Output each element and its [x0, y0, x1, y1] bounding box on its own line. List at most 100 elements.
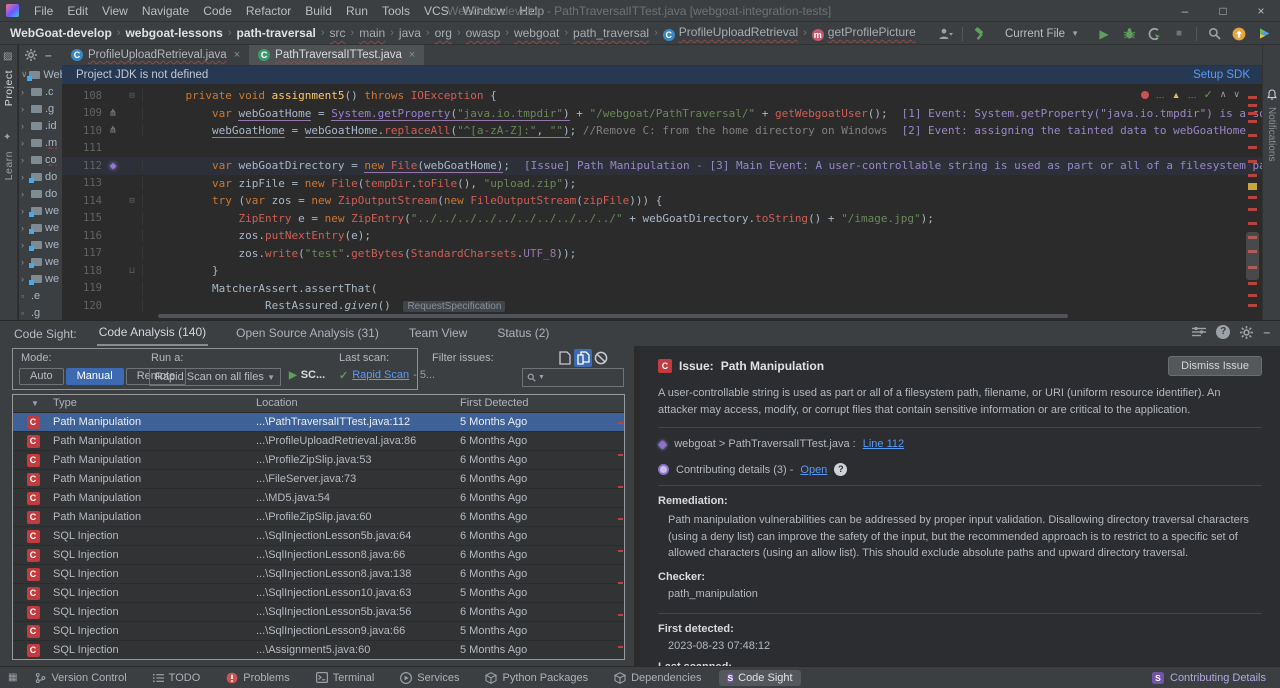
issue-marker-icon[interactable]: ◆	[102, 159, 124, 172]
run-configuration-select[interactable]: Current File ▼	[997, 25, 1087, 43]
debug-bug-icon[interactable]	[1121, 26, 1137, 42]
help-icon[interactable]: ?	[834, 463, 847, 476]
column-first-detected[interactable]: First Detected	[460, 397, 528, 409]
search-everywhere-icon[interactable]	[1206, 26, 1222, 42]
breadcrumb-item[interactable]: path-traversal	[237, 26, 316, 40]
menu-run[interactable]: Run	[339, 4, 375, 18]
tree-item[interactable]: ›we	[19, 270, 62, 287]
breadcrumb-item[interactable]: webgoat-lessons	[125, 26, 222, 40]
code-line-116[interactable]: 116 zos.putNextEntry(e);	[62, 227, 1262, 245]
tool-window-terminal[interactable]: Terminal	[308, 670, 383, 686]
tab-team-view[interactable]: Team View	[407, 322, 469, 345]
tree-item[interactable]: ›.g	[19, 100, 62, 117]
taint-source-icon[interactable]: ⋔	[102, 108, 124, 119]
breadcrumb-item[interactable]: mgetProfilePicture	[812, 25, 916, 41]
tree-item[interactable]: ›co	[19, 151, 62, 168]
tool-strip-project[interactable]: Project	[3, 70, 15, 106]
breadcrumb-item[interactable]: src	[330, 26, 346, 40]
tool-strip-notifications[interactable]: Notifications	[1266, 107, 1277, 161]
tool-window-python-packages[interactable]: Python Packages	[477, 670, 596, 686]
column-location[interactable]: Location	[256, 397, 298, 409]
issue-row[interactable]: CSQL Injection...\SqlInjectionLesson10.j…	[13, 584, 624, 603]
tree-item[interactable]: ›.id	[19, 117, 62, 134]
sort-icon[interactable]: ▼	[31, 399, 39, 408]
tree-item[interactable]: ›we	[19, 236, 62, 253]
issue-row[interactable]: CSQL Injection...\Assignment5.java:605 M…	[13, 641, 624, 660]
tree-item[interactable]: ›we	[19, 202, 62, 219]
tree-item[interactable]: ›we	[19, 253, 62, 270]
code-line-108[interactable]: 108⊟ private void assignment5() throws I…	[62, 87, 1262, 105]
issue-search-field[interactable]: ▼	[522, 368, 624, 387]
tree-item[interactable]: ›we	[19, 219, 62, 236]
tool-strip-learn[interactable]: Learn	[3, 151, 15, 180]
close-icon[interactable]: ×	[409, 49, 415, 61]
mode-manual-button[interactable]: Manual	[66, 368, 124, 385]
tab-status-2-[interactable]: Status (2)	[495, 322, 551, 345]
issue-row[interactable]: CSQL Injection...\SqlInjectionLesson9.ja…	[13, 622, 624, 641]
breadcrumb-item[interactable]: main	[359, 26, 385, 40]
setup-sdk-link[interactable]: Setup SDK	[1193, 69, 1250, 81]
issue-search-input[interactable]	[547, 372, 617, 384]
tool-window-todo[interactable]: TODO	[145, 670, 209, 686]
tool-window-switcher-icon[interactable]: ▦	[8, 672, 17, 683]
code-line-114[interactable]: 114⊟ try (var zos = new ZipOutputStream(…	[62, 192, 1262, 210]
inspection-widget[interactable]: … ▲… ✓ ∧ ∨	[1141, 88, 1240, 101]
mode-auto-button[interactable]: Auto	[19, 368, 64, 385]
issue-row[interactable]: CPath Manipulation...\FileServer.java:73…	[13, 470, 624, 489]
breadcrumb-item[interactable]: path_traversal	[573, 26, 649, 40]
stop-button[interactable]: ■	[1171, 26, 1187, 42]
update-available-icon[interactable]	[1231, 26, 1247, 42]
bell-icon[interactable]	[1266, 89, 1278, 101]
code-line-110[interactable]: 110⋔ webGoatHome = webGoatHome.replaceAl…	[62, 122, 1262, 140]
tab-code-analysis-140-[interactable]: Code Analysis (140)	[97, 321, 208, 346]
filter-current-file-icon[interactable]	[556, 349, 574, 367]
prev-issue-icon[interactable]: ∧	[1220, 89, 1227, 100]
hide-panel-icon[interactable]: –	[45, 48, 52, 62]
code-editor[interactable]: 108⊟ private void assignment5() throws I…	[62, 84, 1262, 320]
issue-row[interactable]: CPath Manipulation...\MD5.java:546 Month…	[13, 489, 624, 508]
scan-button[interactable]: ▶ SC...	[289, 369, 325, 381]
breadcrumb-item[interactable]: WebGoat-develop	[10, 26, 112, 40]
scan-type-select[interactable]: Rapid Scan on all files ▼	[149, 368, 281, 386]
breadcrumb-item[interactable]: owasp	[466, 26, 501, 40]
issue-row[interactable]: CPath Manipulation...\ProfileZipSlip.jav…	[13, 451, 624, 470]
close-button[interactable]: ×	[1242, 0, 1280, 22]
filter-all-files-icon[interactable]	[574, 349, 592, 367]
tree-root-item[interactable]: ∨Web	[19, 66, 62, 83]
tree-item[interactable]: ›.c	[19, 83, 62, 100]
help-icon[interactable]: ?	[1216, 325, 1230, 339]
code-line-112[interactable]: 112◆ var webGoatDirectory = new File(web…	[62, 157, 1262, 175]
menu-view[interactable]: View	[95, 4, 135, 18]
tree-item[interactable]: ›.m	[19, 134, 62, 151]
tree-item[interactable]: ▫.g	[19, 304, 62, 320]
tool-window-services[interactable]: Services	[392, 670, 467, 686]
code-line-109[interactable]: 109⋔ var webGoatHome = System.getPropert…	[62, 105, 1262, 123]
code-line-115[interactable]: 115 ZipEntry e = new ZipEntry("../../../…	[62, 210, 1262, 228]
menu-navigate[interactable]: Navigate	[135, 4, 196, 18]
issue-row[interactable]: CSQL Injection...\SqlInjectionLesson5b.j…	[13, 603, 624, 622]
minimize-button[interactable]: –	[1166, 0, 1204, 22]
breadcrumb-item[interactable]: org	[435, 26, 452, 40]
contributing-details-button[interactable]: S Contributing Details	[1152, 672, 1266, 684]
menu-tools[interactable]: Tools	[375, 4, 417, 18]
fold-marker-icon[interactable]: ⊟	[124, 91, 140, 101]
run-button[interactable]: ▶	[1096, 26, 1112, 42]
column-type[interactable]: Type	[53, 397, 77, 409]
table-scrollbar[interactable]	[618, 414, 623, 658]
close-icon[interactable]: ×	[234, 49, 240, 61]
last-scan-link[interactable]: Rapid Scan	[352, 369, 409, 382]
breadcrumb-item[interactable]: java	[399, 26, 421, 40]
fold-marker-icon[interactable]: ⊔	[124, 266, 140, 276]
breadcrumb-item[interactable]: webgoat	[514, 26, 559, 40]
code-line-111[interactable]: 111	[62, 140, 1262, 158]
issue-row[interactable]: CSQL Injection...\SqlInjectionLesson8.ja…	[13, 565, 624, 584]
issue-row[interactable]: CPath Manipulation...\ProfileUploadRetri…	[13, 432, 624, 451]
menu-build[interactable]: Build	[298, 4, 339, 18]
menu-code[interactable]: Code	[196, 4, 239, 18]
minimize-panel-icon[interactable]: –	[1263, 325, 1270, 339]
profiler-icon[interactable]	[1146, 26, 1162, 42]
menu-file[interactable]: File	[27, 4, 60, 18]
tool-window-dependencies[interactable]: Dependencies	[606, 670, 709, 686]
tool-window-code-sight[interactable]: SCode Sight	[719, 670, 800, 686]
user-profile-icon[interactable]	[937, 26, 953, 42]
